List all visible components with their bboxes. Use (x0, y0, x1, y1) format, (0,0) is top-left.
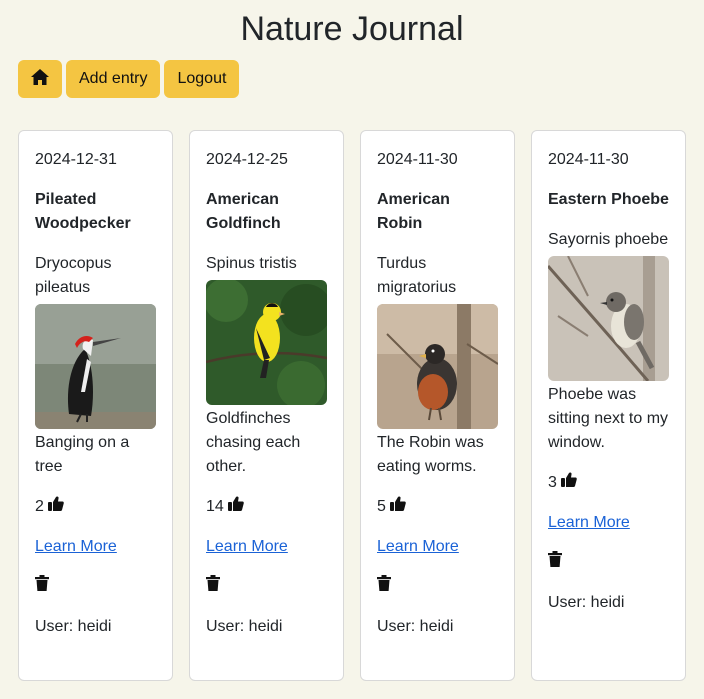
entry-note: Goldfinches chasing each other. (206, 410, 301, 475)
entry-name: American Robin (377, 191, 450, 232)
entry-card: 2024-12-31 Pileated Woodpecker Dryocopus… (18, 130, 173, 681)
entry-name: Pileated Woodpecker (35, 191, 131, 232)
home-button[interactable] (18, 60, 62, 98)
likes-value: 3 (548, 474, 557, 491)
thumbs-up-icon (47, 495, 64, 519)
trash-icon (377, 575, 391, 599)
learn-more-link[interactable]: Learn More (548, 511, 630, 535)
entry-note: Phoebe was sitting next to my window. (548, 386, 669, 451)
trash-icon (548, 551, 562, 575)
nav-bar: Add entry Logout (18, 60, 240, 98)
entry-scientific-name: Dryocopus pileatus (35, 255, 112, 296)
likes-value: 5 (377, 498, 386, 515)
trash-icon (206, 575, 220, 599)
likes-count[interactable]: 14 (206, 495, 327, 519)
entry-name: Eastern Phoebe (548, 191, 669, 208)
entry-date: 2024-11-30 (548, 151, 629, 168)
thumbs-up-icon (389, 495, 406, 519)
entry-user: User: heidi (548, 594, 625, 611)
page-title: Nature Journal (240, 10, 464, 48)
entry-card: 2024-11-30 Eastern Phoebe Sayornis phoeb… (531, 130, 686, 681)
entry-card: 2024-11-30 American Robin Turdus migrato… (360, 130, 515, 681)
entry-scientific-name: Spinus tristis (206, 255, 297, 272)
entry-list: 2024-12-31 Pileated Woodpecker Dryocopus… (18, 130, 686, 681)
home-icon (30, 68, 50, 91)
learn-more-link[interactable]: Learn More (206, 535, 288, 559)
delete-button[interactable] (548, 551, 669, 575)
likes-value: 14 (206, 498, 224, 515)
goldfinch-photo (206, 280, 327, 405)
entry-user: User: heidi (35, 618, 112, 635)
entry-scientific-name: Turdus migratorius (377, 255, 457, 296)
entry-name: American Goldfinch (206, 191, 281, 232)
entry-date: 2024-12-31 (35, 151, 117, 168)
woodpecker-photo (35, 304, 156, 429)
likes-count[interactable]: 3 (548, 471, 669, 495)
likes-value: 2 (35, 498, 44, 515)
entry-date: 2024-11-30 (377, 151, 458, 168)
entry-scientific-name: Sayornis phoebe (548, 231, 669, 248)
learn-more-link[interactable]: Learn More (377, 535, 459, 559)
likes-count[interactable]: 2 (35, 495, 156, 519)
delete-button[interactable] (377, 575, 498, 599)
entry-user: User: heidi (206, 618, 283, 635)
entry-note: Banging on a tree (35, 434, 130, 475)
logout-button[interactable]: Logout (164, 60, 240, 98)
learn-more-link[interactable]: Learn More (35, 535, 117, 559)
thumbs-up-icon (560, 471, 577, 495)
entry-note: The Robin was eating worms. (377, 434, 484, 475)
entry-user: User: heidi (377, 618, 454, 635)
entry-card: 2024-12-25 American Goldfinch Spinus tri… (189, 130, 344, 681)
delete-button[interactable] (35, 575, 156, 599)
phoebe-photo (548, 256, 669, 381)
likes-count[interactable]: 5 (377, 495, 498, 519)
thumbs-up-icon (227, 495, 244, 519)
entry-date: 2024-12-25 (206, 151, 288, 168)
trash-icon (35, 575, 49, 599)
add-entry-button[interactable]: Add entry (66, 60, 161, 98)
robin-photo (377, 304, 498, 429)
delete-button[interactable] (206, 575, 327, 599)
